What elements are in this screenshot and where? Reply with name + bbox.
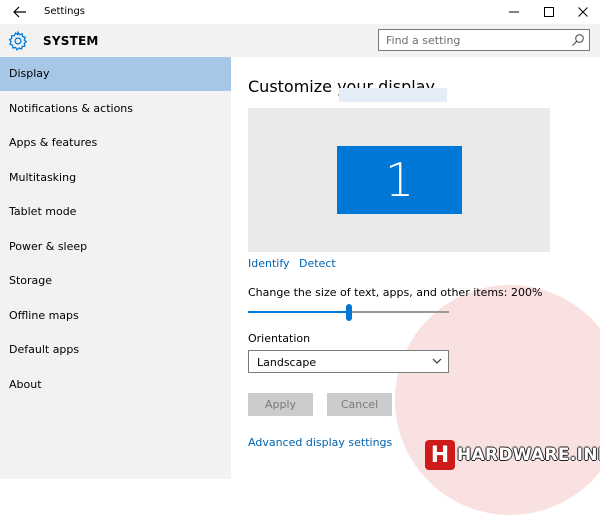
sidebar-item-label: Offline maps	[9, 309, 79, 322]
back-button[interactable]	[6, 0, 34, 24]
gear-icon	[8, 30, 28, 51]
sidebar-item-label: Apps & features	[9, 136, 98, 149]
advanced-display-settings-link[interactable]: Advanced display settings	[248, 436, 392, 449]
chevron-down-icon	[432, 358, 442, 364]
orientation-dropdown[interactable]: Landscape	[248, 350, 449, 373]
maximize-icon	[544, 7, 554, 17]
identify-link[interactable]: Identify	[248, 257, 290, 270]
title-bar: Settings	[0, 0, 600, 24]
sidebar-item-label: Storage	[9, 274, 53, 287]
section-title: SYSTEM	[43, 34, 99, 48]
sidebar-item-label: Multitasking	[9, 171, 77, 184]
search-placeholder: Find a setting	[386, 34, 461, 47]
sidebar: Display Notifications & actions Apps & f…	[0, 57, 231, 479]
maximize-button[interactable]	[532, 0, 566, 24]
sidebar-item-multitasking[interactable]: Multitasking	[0, 161, 231, 195]
orientation-label: Orientation	[248, 332, 311, 345]
sidebar-item-power-sleep[interactable]: Power & sleep	[0, 230, 231, 264]
monitor-number: 1	[384, 153, 415, 207]
sidebar-item-offline-maps[interactable]: Offline maps	[0, 299, 231, 333]
monitor-1[interactable]: 1	[337, 146, 462, 214]
scale-slider-thumb[interactable]	[345, 304, 352, 321]
search-input[interactable]: Find a setting	[378, 29, 590, 51]
back-arrow-icon	[13, 6, 26, 18]
close-button[interactable]	[566, 0, 600, 24]
orientation-value: Landscape	[257, 356, 317, 369]
scale-slider-fill	[248, 311, 349, 313]
sidebar-item-default-apps[interactable]: Default apps	[0, 333, 231, 367]
sidebar-item-notifications[interactable]: Notifications & actions	[0, 92, 231, 126]
sidebar-item-label: Tablet mode	[9, 205, 77, 218]
apply-button[interactable]: Apply	[248, 393, 313, 416]
sidebar-item-label: Default apps	[9, 343, 80, 356]
brand-text: HARDWARE.INFO	[457, 445, 600, 465]
tooltip-ghost	[339, 88, 447, 102]
settings-header: SYSTEM Find a setting	[0, 24, 600, 57]
close-icon	[578, 7, 588, 17]
apply-button-label: Apply	[264, 398, 297, 411]
sidebar-item-label: Power & sleep	[9, 240, 88, 253]
detect-link[interactable]: Detect	[299, 257, 336, 270]
hardware-info-watermark: H HARDWARE.INFO	[425, 440, 600, 470]
brand-logo-letter: H	[430, 442, 450, 468]
window-title: Settings	[44, 6, 86, 17]
scale-label: Change the size of text, apps, and other…	[248, 286, 543, 299]
minimize-button[interactable]	[497, 0, 531, 24]
sidebar-item-apps-features[interactable]: Apps & features	[0, 126, 231, 160]
sidebar-item-label: Display	[9, 67, 50, 80]
sidebar-item-storage[interactable]: Storage	[0, 264, 231, 298]
sidebar-item-display[interactable]: Display	[0, 57, 231, 91]
sidebar-item-tablet-mode[interactable]: Tablet mode	[0, 195, 231, 229]
minimize-icon	[509, 11, 519, 13]
search-icon	[572, 34, 584, 46]
brand-logo-icon: H	[425, 440, 455, 470]
sidebar-item-about[interactable]: About	[0, 368, 231, 402]
cancel-button-label: Cancel	[340, 398, 379, 411]
sidebar-item-label: About	[9, 378, 42, 391]
sidebar-item-label: Notifications & actions	[9, 102, 134, 115]
cancel-button[interactable]: Cancel	[327, 393, 392, 416]
